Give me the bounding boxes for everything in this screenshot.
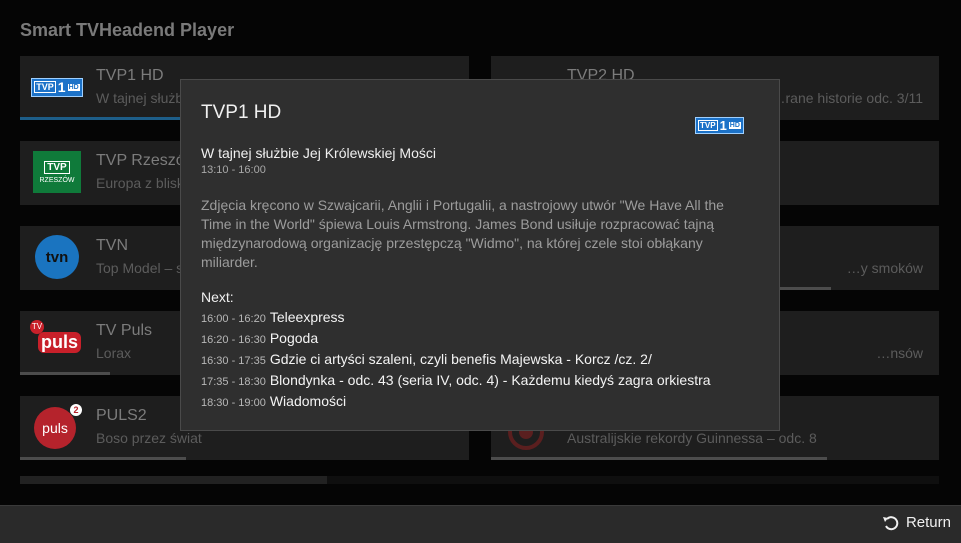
program-progress (20, 457, 187, 460)
channel-program: Lorax (96, 345, 132, 361)
dialog-channel-title: TVP1 HD (201, 102, 282, 123)
program-progress (491, 457, 827, 460)
next-program-list: 16:00 - 16:20 Teleexpress 16:20 - 16:30 … (201, 309, 711, 414)
tvp1-hd-logo: TVP 1 HD (695, 117, 744, 134)
app-title: Smart TVHeadend Player (20, 20, 235, 40)
next-heading: Next: (201, 289, 234, 305)
next-program-item: 18:30 - 19:00 Wiadomości (201, 393, 711, 414)
tvp-rzeszow-logo: TVP RZESZÓW (26, 149, 88, 195)
channel-name: TV Puls (96, 322, 153, 339)
next-program-time: 16:00 - 16:20 (201, 313, 266, 325)
program-description: Zdjęcia kręcono w Szwajcarii, Anglii i P… (201, 197, 724, 270)
next-program-time: 16:20 - 16:30 (201, 334, 266, 346)
puls2-logo: puls 2 (26, 404, 88, 450)
scrollbar-thumb[interactable] (20, 476, 327, 484)
next-program-item: 16:20 - 16:30 Pogoda (201, 330, 711, 351)
next-program-time: 16:30 - 17:35 (201, 355, 266, 367)
program-progress (20, 372, 110, 375)
channel-program: Top Model – s (96, 260, 184, 276)
return-label: Return (905, 514, 951, 531)
next-program-title: Teleexpress (269, 309, 345, 325)
next-program-title: Wiadomości (269, 393, 347, 409)
next-program-item: 17:35 - 18:30 Blondynka - odc. 43 (seria… (201, 372, 711, 393)
bottom-bar: Return (0, 505, 961, 543)
next-program-title: Pogoda (269, 330, 319, 346)
return-button[interactable]: Return (882, 514, 951, 531)
horizontal-scrollbar[interactable] (20, 476, 939, 484)
tvn-logo: tvn (26, 234, 88, 280)
return-arrow-icon (882, 515, 900, 531)
tvp1-logo: TVP 1 HD (26, 64, 88, 110)
next-program-time: 18:30 - 19:00 (201, 397, 266, 409)
program-details-dialog: TVP1 HD TVP 1 HD W tajnej służbie Jej Kr… (180, 79, 780, 431)
tv-puls-logo: TV puls (26, 319, 88, 365)
channel-program: Australijskie rekordy Guinnessa – odc. 8 (567, 430, 817, 446)
channel-name: PULS2 (96, 407, 147, 424)
next-program-item: 16:30 - 17:35 Gdzie ci artyści szaleni, … (201, 351, 711, 372)
channel-name: TVN (96, 237, 128, 254)
next-program-title: Gdzie ci artyści szaleni, czyli benefis … (269, 351, 652, 367)
next-program-title: Blondynka - odc. 43 (seria IV, odc. 4) -… (269, 372, 711, 388)
channel-program: …rane historie odc. 3/11 (771, 90, 924, 106)
channel-program: …y smoków (846, 260, 923, 276)
program-title: W tajnej służbie Jej Królewskiej Mości (201, 145, 436, 161)
next-program-item: 16:00 - 16:20 Teleexpress (201, 309, 711, 330)
channel-program: Boso przez świat (96, 430, 202, 446)
channel-program: …nsów (876, 345, 923, 361)
program-time: 13:10 - 16:00 (201, 164, 266, 176)
next-program-time: 17:35 - 18:30 (201, 376, 266, 388)
channel-program: Europa z bliska (96, 175, 192, 191)
channel-name: TVP1 HD (96, 67, 164, 84)
